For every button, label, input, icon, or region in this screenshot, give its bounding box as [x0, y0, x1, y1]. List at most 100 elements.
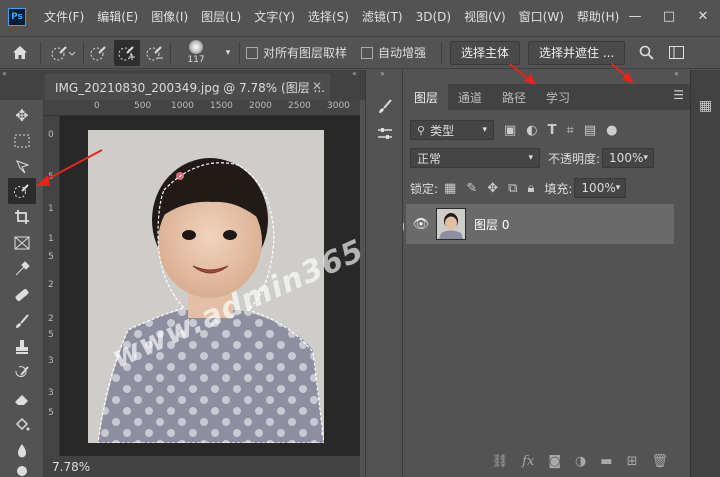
select-and-mask-button[interactable]: 选择并遮住 ...: [528, 40, 626, 65]
horizontal-ruler: 0 500 1000 1500 2000 2500 3000: [44, 100, 360, 116]
eyedropper-tool-icon[interactable]: [8, 256, 36, 282]
add-mask-icon[interactable]: ◙: [548, 454, 561, 469]
quick-selection-tool-icon[interactable]: [8, 178, 36, 204]
healing-brush-tool-icon[interactable]: [8, 282, 36, 308]
eye-icon[interactable]: 👁︎: [406, 217, 436, 232]
menu-file[interactable]: 文件(F): [44, 8, 84, 25]
lock-all-icon[interactable]: 🔒︎: [527, 181, 534, 196]
photoshop-logo: Ps: [8, 7, 26, 26]
canvas-area[interactable]: www.admin365.cn: [60, 116, 418, 456]
blur-tool-icon[interactable]: [8, 438, 36, 464]
tab-paths[interactable]: 路径: [492, 84, 536, 110]
delete-layer-icon[interactable]: 🗑︎: [651, 454, 668, 469]
menu-3d[interactable]: 3D(D): [416, 10, 451, 24]
menu-view[interactable]: 视图(V): [464, 8, 506, 25]
layer-filter-select[interactable]: ⚲ 类型 ▾: [410, 120, 494, 140]
select-subject-button[interactable]: 选择主体: [450, 40, 521, 65]
brush-size-picker[interactable]: 117: [171, 40, 221, 65]
new-selection-icon[interactable]: [84, 44, 114, 62]
menu-edit[interactable]: 编辑(E): [97, 8, 138, 25]
adjustments-icon[interactable]: [373, 122, 397, 146]
ruler-h-label: 1000: [171, 101, 194, 111]
lock-position-icon[interactable]: ✥: [487, 181, 498, 196]
menu-select[interactable]: 选择(S): [308, 8, 349, 25]
menu-filter[interactable]: 滤镜(T): [362, 8, 403, 25]
frame-tool-icon[interactable]: [8, 230, 36, 256]
dodge-tool-icon[interactable]: [8, 464, 36, 477]
fill-value: 100%: [581, 181, 616, 195]
menu-bar: Ps 文件(F) 编辑(E) 图像(I) 图层(L) 文字(Y) 选择(S) 滤…: [0, 0, 720, 33]
panel-dock: »: [365, 69, 403, 477]
fill-field[interactable]: 100% ▾: [574, 178, 627, 198]
ruler-v-label: 5: [48, 172, 54, 182]
close-button[interactable]: ✕: [686, 9, 720, 24]
ruler-v-label: 2: [48, 280, 54, 290]
chevron-down-icon[interactable]: ▾: [221, 48, 235, 58]
clone-stamp-tool-icon[interactable]: [8, 334, 36, 360]
tab-layers[interactable]: 图层: [404, 84, 449, 110]
workspace-icon[interactable]: [661, 46, 691, 59]
panel-collapse-icon[interactable]: «: [352, 69, 357, 78]
status-bar: 7.78%: [44, 456, 360, 477]
lock-image-icon[interactable]: ✎: [466, 181, 477, 196]
menu-type[interactable]: 文字(Y): [254, 8, 295, 25]
layer-name[interactable]: 图层 0: [474, 216, 509, 233]
opacity-field[interactable]: 100% ▾: [602, 148, 655, 168]
link-layers-icon[interactable]: ⛓︎: [492, 454, 509, 469]
eraser-tool-icon[interactable]: [8, 386, 36, 412]
sample-all-layers-option[interactable]: 对所有图层取样: [246, 44, 347, 61]
sample-all-layers-checkbox[interactable]: [246, 46, 258, 59]
auto-enhance-checkbox[interactable]: [361, 46, 374, 59]
new-layer-icon[interactable]: ⊞: [627, 454, 638, 469]
search-icon[interactable]: [631, 45, 661, 60]
tool-preset-icon[interactable]: [41, 44, 83, 62]
blend-mode-select[interactable]: 正常 ▾: [410, 148, 540, 168]
menu-image[interactable]: 图像(I): [151, 8, 188, 25]
ruler-h-label: 1500: [210, 101, 233, 111]
filter-type-icon[interactable]: T: [548, 123, 557, 138]
blend-mode-value: 正常: [417, 151, 442, 166]
marquee-tool-icon[interactable]: [8, 128, 36, 154]
layers-panel: « 图层 通道 路径 学习 ☰ ⚲ 类型 ▾ ▣ ◐ T ⌗ ▤ ● 正常 ▾ …: [404, 69, 690, 477]
panel-collapse-icon[interactable]: «: [2, 69, 7, 78]
lasso-tool-icon[interactable]: [8, 154, 36, 180]
tab-learn[interactable]: 学习: [536, 84, 580, 110]
lock-transparent-icon[interactable]: ▦: [444, 181, 456, 196]
close-icon[interactable]: ✕: [312, 79, 322, 93]
filter-smart-object-icon[interactable]: ▤: [584, 123, 596, 138]
lock-artboard-icon[interactable]: ⧉: [508, 181, 517, 196]
layer-row[interactable]: 👁︎ 图层 0: [406, 204, 674, 244]
filter-shape-icon[interactable]: ⌗: [567, 123, 574, 138]
panel-collapse-icon[interactable]: »: [380, 69, 385, 78]
crop-tool-icon[interactable]: [8, 204, 36, 230]
filter-pixel-icon[interactable]: ▣: [504, 123, 516, 138]
panel-collapse-icon[interactable]: «: [674, 69, 679, 78]
brush-size-value: 117: [187, 55, 205, 65]
tab-channels[interactable]: 通道: [448, 84, 492, 110]
document-tab[interactable]: IMG_20210830_200349.jpg @ 7.78% (图层 ... …: [45, 74, 330, 100]
brush-tool-icon[interactable]: [8, 308, 36, 334]
filter-toggle-icon[interactable]: ●: [606, 123, 617, 138]
paint-bucket-tool-icon[interactable]: [8, 412, 36, 438]
panel-menu-icon[interactable]: ☰: [673, 88, 684, 102]
maximize-button[interactable]: □: [652, 9, 686, 24]
history-brush-tool-icon[interactable]: [8, 360, 36, 386]
layer-style-icon[interactable]: fx: [522, 454, 534, 469]
auto-enhance-option[interactable]: 自动增强: [361, 44, 426, 61]
new-group-icon[interactable]: ▬: [600, 454, 612, 469]
add-to-selection-icon[interactable]: [114, 39, 140, 66]
move-tool-icon[interactable]: ✥: [8, 102, 36, 128]
menu-window[interactable]: 窗口(W): [519, 8, 564, 25]
layer-filter-row: ⚲ 类型 ▾ ▣ ◐ T ⌗ ▤ ●: [410, 120, 617, 140]
minimize-button[interactable]: —: [618, 9, 652, 24]
menu-help[interactable]: 帮助(H): [577, 8, 619, 25]
brush-settings-icon[interactable]: [373, 94, 397, 118]
home-icon[interactable]: [0, 45, 40, 60]
grid-icon[interactable]: ▦: [699, 98, 712, 114]
lock-label: 锁定:: [410, 181, 439, 196]
filter-adjustment-icon[interactable]: ◐: [526, 123, 537, 138]
subtract-from-selection-icon[interactable]: [140, 44, 170, 62]
new-adjustment-layer-icon[interactable]: ◑: [575, 454, 586, 469]
menu-layer[interactable]: 图层(L): [201, 8, 241, 25]
zoom-level[interactable]: 7.78%: [52, 460, 90, 474]
